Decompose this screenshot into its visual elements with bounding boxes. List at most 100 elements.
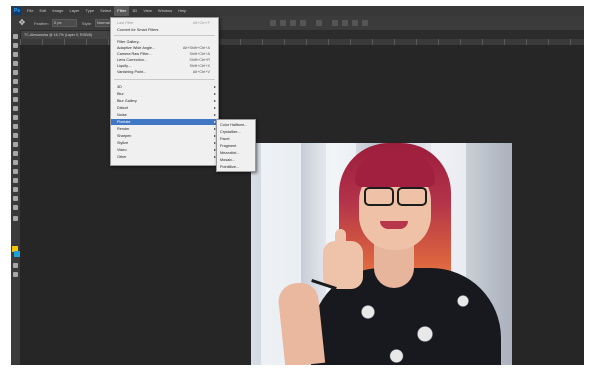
bangs	[355, 153, 435, 187]
menu-item-label: Noise	[117, 113, 127, 117]
move-icon[interactable]	[13, 34, 18, 39]
menu-window[interactable]: Window	[155, 6, 175, 16]
menu-item-label: Last Filter	[117, 21, 134, 25]
path-select-icon[interactable]	[13, 178, 18, 183]
menu-item-label: Facet	[220, 137, 230, 141]
menu-type[interactable]: Type	[83, 6, 98, 16]
pixelate-item-crystallize[interactable]: Crystallize...	[217, 129, 255, 135]
pan-3d-icon[interactable]	[351, 20, 358, 26]
scale-3d-icon[interactable]	[361, 20, 368, 26]
filter-menu-item-blur[interactable]: Blur ▸	[111, 91, 218, 97]
eraser-icon[interactable]	[13, 124, 18, 129]
history-brush-icon[interactable]	[13, 115, 18, 120]
pixelate-item-mosaic[interactable]: Mosaic...	[217, 157, 255, 163]
menu-select[interactable]: Select	[97, 6, 114, 16]
photoshop-window: Ps File Edit Image Layer Type Select Fil…	[11, 6, 584, 365]
pen-icon[interactable]	[13, 160, 18, 165]
filter-menu-item-stylize[interactable]: Stylize ▸	[111, 140, 218, 146]
menu-item-label: Distort	[117, 106, 128, 110]
shape-icon[interactable]	[13, 187, 18, 192]
screen-mode-icon[interactable]	[13, 272, 18, 277]
submenu-arrow-icon: ▸	[213, 91, 216, 96]
filter-menu-item-other[interactable]: Other ▸	[111, 154, 218, 160]
menu-item-label: Blur Gallery	[117, 99, 137, 103]
filter-menu-item-sharpen[interactable]: Sharpen ▸	[111, 133, 218, 139]
filter-menu-item-vanishing-point[interactable]: Vanishing Point... Alt+Ctrl+V	[111, 69, 218, 75]
menu-item-shortcut: Alt+Ctrl+F	[192, 21, 210, 25]
move-tool-icon[interactable]: ✥	[15, 18, 29, 28]
type-icon[interactable]	[13, 169, 18, 174]
menu-item-label: Color Halftone...	[220, 123, 248, 127]
filter-menu-item-render[interactable]: Render ▸	[111, 126, 218, 132]
menu-item-label: 3D	[117, 85, 122, 89]
thumb	[335, 229, 346, 251]
menu-item-label: Mezzotint...	[220, 151, 240, 155]
menu-item-label: Render	[117, 127, 130, 131]
blur-icon[interactable]	[13, 142, 18, 147]
submenu-arrow-icon: ▸	[213, 84, 216, 89]
filter-menu-item-noise[interactable]: Noise ▸	[111, 112, 218, 118]
lasso-icon[interactable]	[13, 52, 18, 57]
gradient-icon[interactable]	[13, 133, 18, 138]
dodge-icon[interactable]	[13, 151, 18, 156]
filter-menu-item-pixelate[interactable]: Pixelate ▸	[111, 119, 218, 125]
feather-label: Feather:	[34, 20, 49, 26]
eyedropper-icon[interactable]	[13, 79, 18, 84]
filter-menu-item-distort[interactable]: Distort ▸	[111, 105, 218, 111]
3d-mode-icon[interactable]	[331, 20, 338, 26]
menu-image[interactable]: Image	[49, 6, 66, 16]
style-label: Style:	[81, 20, 92, 26]
more-tools-icon[interactable]	[13, 216, 18, 221]
menu-item-label: Mosaic...	[220, 158, 236, 162]
menu-item-label: Video	[117, 148, 127, 152]
pixelate-item-fragment[interactable]: Fragment	[217, 143, 255, 149]
filter-menu-item-convert-smart-filters[interactable]: Convert for Smart Filters	[111, 27, 218, 33]
menu-item-label: Vanishing Point...	[117, 70, 147, 74]
document-tab-bar: TC-Alessandra @ 16.7% (Layer 0, RGB/8)	[20, 31, 584, 39]
pixelate-item-pointillize[interactable]: Pointillize...	[217, 164, 255, 170]
menu-edit[interactable]: Edit	[36, 6, 49, 16]
menu-item-label: Pointillize...	[220, 165, 240, 169]
menu-filter[interactable]: Filter	[114, 6, 130, 16]
stamp-icon[interactable]	[13, 106, 18, 111]
quick-mask-icon[interactable]	[13, 263, 18, 268]
menu-item-label: Pixelate	[117, 120, 131, 124]
crop-icon[interactable]	[13, 70, 18, 75]
filter-menu-item-last-filter: Last Filter Alt+Ctrl+F	[111, 20, 218, 26]
more-options-icon[interactable]	[315, 20, 322, 26]
rotate-3d-icon[interactable]	[341, 20, 348, 26]
healing-icon[interactable]	[13, 88, 18, 93]
menu-help[interactable]: Help	[175, 6, 189, 16]
menu-bar: Ps File Edit Image Layer Type Select Fil…	[11, 6, 584, 16]
distribute-icon[interactable]	[299, 20, 306, 26]
zoom-icon[interactable]	[13, 205, 18, 210]
feather-input[interactable]: 0 px	[51, 19, 77, 27]
menu-layer[interactable]: Layer	[66, 6, 82, 16]
document-tab[interactable]: TC-Alessandra @ 16.7% (Layer 0, RGB/8)	[21, 31, 122, 39]
pixelate-item-mezzotint[interactable]: Mezzotint...	[217, 150, 255, 156]
mouth	[380, 221, 408, 229]
filter-menu-item-3d[interactable]: 3D ▸	[111, 84, 218, 90]
hand-icon[interactable]	[13, 196, 18, 201]
photoshop-logo-icon[interactable]: Ps	[13, 7, 21, 15]
raised-arm	[276, 281, 326, 365]
menu-3d[interactable]: 3D	[129, 6, 140, 16]
pixelate-item-facet[interactable]: Facet	[217, 136, 255, 142]
align-center-icon[interactable]	[279, 20, 286, 26]
marquee-icon[interactable]	[13, 43, 18, 48]
menu-item-label: Other	[117, 155, 127, 159]
filter-menu-item-blur-gallery[interactable]: Blur Gallery ▸	[111, 98, 218, 104]
brush-icon[interactable]	[13, 97, 18, 102]
menu-separator	[114, 35, 215, 36]
menu-item-shortcut: Alt+Ctrl+V	[192, 70, 210, 74]
filter-menu-dropdown: Last Filter Alt+Ctrl+F Convert for Smart…	[110, 17, 219, 166]
pixelate-item-color-halftone[interactable]: Color Halftone...	[217, 122, 255, 128]
submenu-arrow-icon: ▸	[213, 112, 216, 117]
align-left-icon[interactable]	[269, 20, 276, 26]
filter-menu-item-video[interactable]: Video ▸	[111, 147, 218, 153]
menu-file[interactable]: File	[24, 6, 36, 16]
menu-view[interactable]: View	[140, 6, 155, 16]
quick-select-icon[interactable]	[13, 61, 18, 66]
portrait-photo	[251, 143, 512, 365]
align-right-icon[interactable]	[289, 20, 296, 26]
